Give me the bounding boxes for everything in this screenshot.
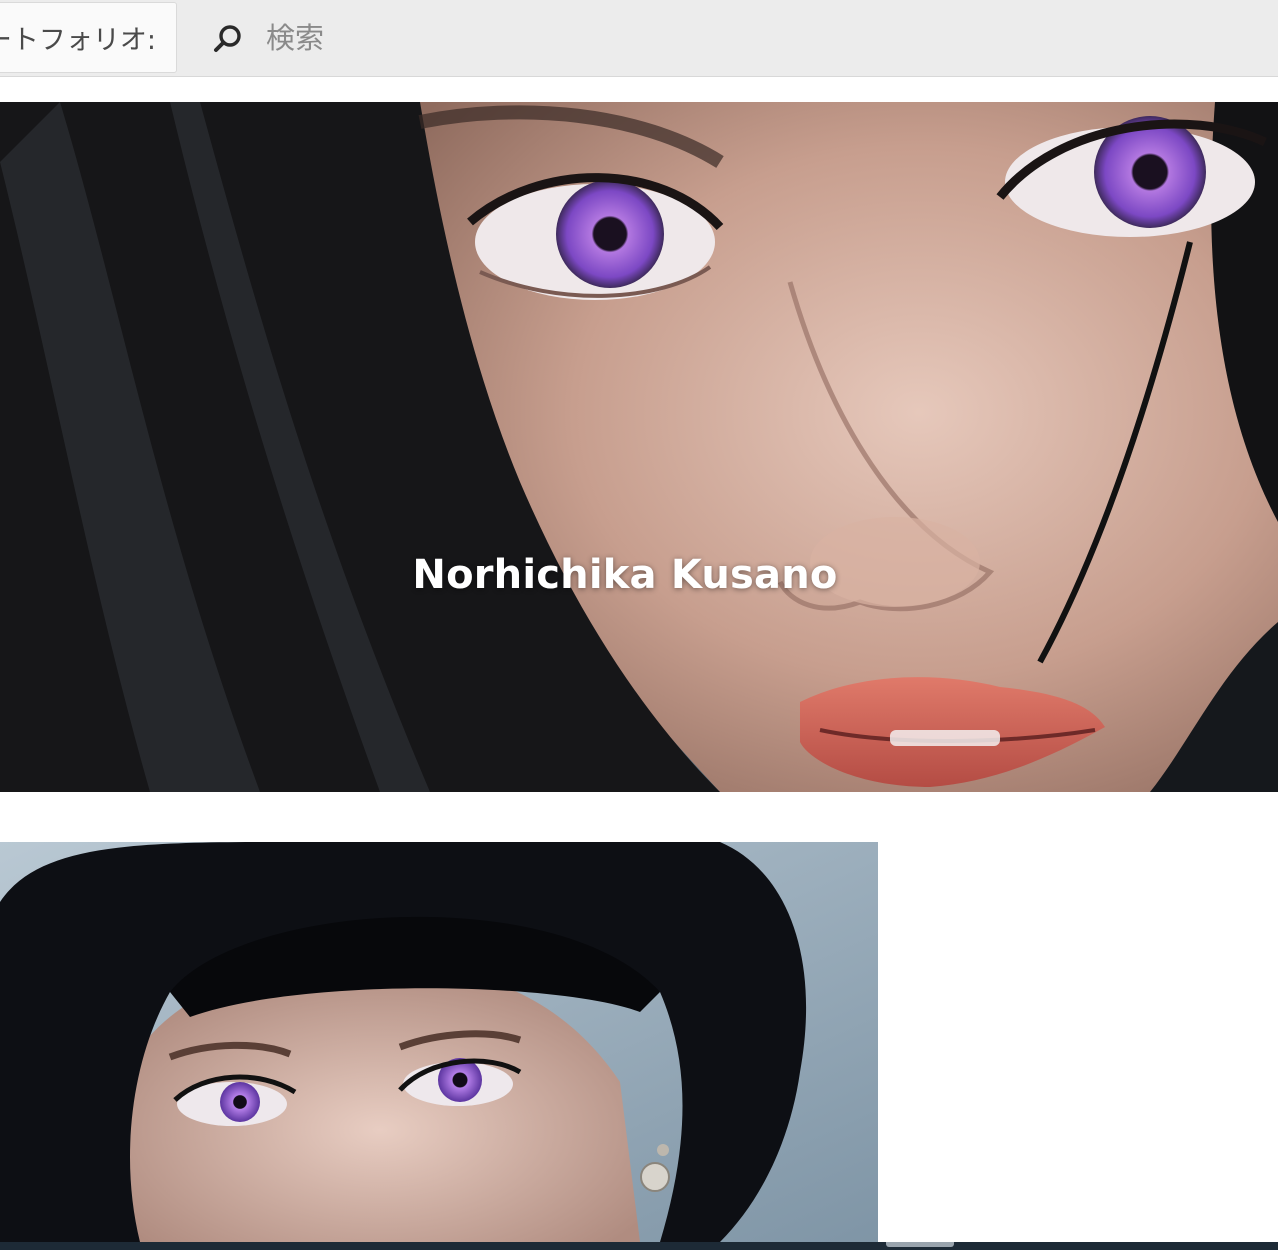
hero-portrait-image — [0, 102, 1278, 792]
dock-handle[interactable] — [886, 1242, 954, 1247]
hero-title: Norhichika Kusano — [412, 552, 838, 598]
portfolio-thumbnail[interactable] — [0, 842, 878, 1242]
thumbnail-portrait-image — [0, 842, 878, 1242]
bottom-dock-strip — [0, 1242, 1278, 1250]
search-icon[interactable] — [212, 23, 244, 55]
search-input[interactable] — [266, 16, 1226, 60]
hero-banner[interactable]: Norhichika Kusano — [0, 102, 1278, 792]
search-scope-label: ートフォリオ: — [0, 25, 156, 56]
top-search-bar: ートフォリオ: — [0, 0, 1278, 77]
search-scope-dropdown[interactable]: ートフォリオ: — [0, 2, 177, 73]
